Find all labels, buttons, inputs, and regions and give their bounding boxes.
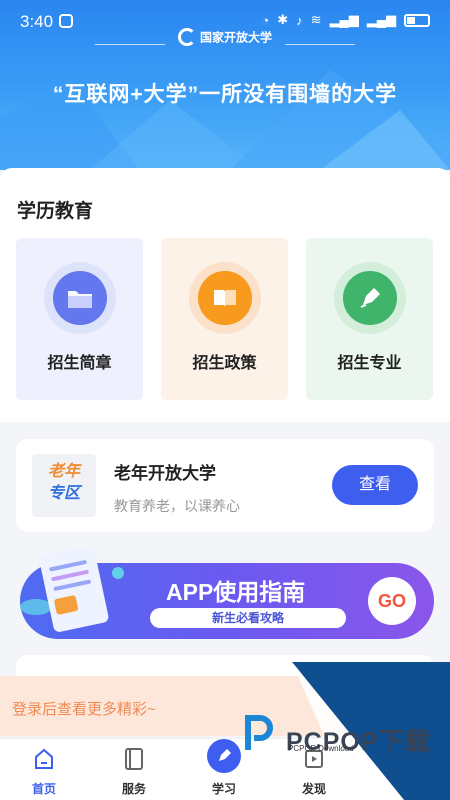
phone-illustration-icon: [20, 546, 124, 632]
badge-line1: 老年: [47, 463, 80, 480]
university-logo: 国家开放大学: [0, 28, 450, 46]
senior-zone-badge: 老年 专区: [32, 454, 96, 517]
header-banner: 3:40 ◔ ✱ ♪ ≋ ▂▄▆ ▂▄▆ 国家开放大学 “互联网+大学”一所没有…: [0, 0, 450, 170]
mountain-graphic: [0, 70, 450, 170]
view-button[interactable]: 查看: [332, 465, 418, 505]
tab-label: 服务: [121, 782, 146, 796]
guide-pill: 新生必看攻略: [150, 608, 346, 628]
status-icons: ◔ ✱ ♪ ≋ ▂▄▆ ▂▄▆: [261, 12, 430, 28]
signal-icon: ▂▄▆: [329, 12, 359, 27]
card-admission-policy[interactable]: 招生政策: [161, 238, 288, 400]
watermark-subtext: PCPOP Download: [288, 744, 354, 753]
study-icon: [207, 739, 241, 773]
banner-slogan: “互联网+大学”一所没有围墙的大学: [52, 83, 398, 106]
badge-line2: 专区: [47, 485, 80, 502]
senior-university-card[interactable]: 老年 专区 老年开放大学 教育养老，以课养心 查看: [16, 439, 434, 532]
senior-title: 老年开放大学: [114, 464, 216, 483]
card-admission-majors[interactable]: 招生专业: [306, 238, 433, 400]
go-button[interactable]: GO: [368, 577, 416, 625]
book-icon: [198, 271, 252, 325]
folder-icon: [53, 271, 107, 325]
service-icon: [125, 748, 143, 770]
tab-home[interactable]: 首页: [12, 739, 76, 800]
guide-title: APP使用指南: [166, 579, 306, 605]
notification-icon: [59, 14, 73, 28]
wifi-icon: ≋: [310, 12, 322, 27]
education-section: 学历教育 招生简章 招生政策 招生专业: [0, 168, 450, 422]
senior-subtitle: 教育养老，以课养心: [114, 498, 240, 514]
watermark-logo-icon: [245, 715, 273, 750]
section-title: 学历教育: [17, 201, 94, 222]
login-prompt-text: 登录后查看更多精彩~: [12, 701, 156, 718]
card-label: 招生简章: [47, 355, 112, 372]
tab-label: 首页: [31, 782, 56, 796]
tab-label: 学习: [211, 782, 236, 796]
pen-icon: [343, 271, 397, 325]
tab-service[interactable]: 服务: [102, 739, 166, 800]
bluetooth-icon: ✱: [277, 12, 289, 27]
logo-emblem-icon: [177, 28, 196, 46]
mute-icon: ♪: [296, 12, 303, 28]
logo-name: 国家开放大学: [199, 30, 272, 45]
card-label: 招生专业: [337, 355, 402, 372]
home-icon: [35, 748, 53, 769]
battery-icon: [404, 13, 430, 27]
alarm-icon: ◔: [261, 12, 270, 28]
card-admission-guide[interactable]: 招生简章: [16, 238, 143, 400]
card-label: 招生政策: [192, 355, 257, 372]
signal-icon-2: ▂▄▆: [366, 12, 396, 27]
